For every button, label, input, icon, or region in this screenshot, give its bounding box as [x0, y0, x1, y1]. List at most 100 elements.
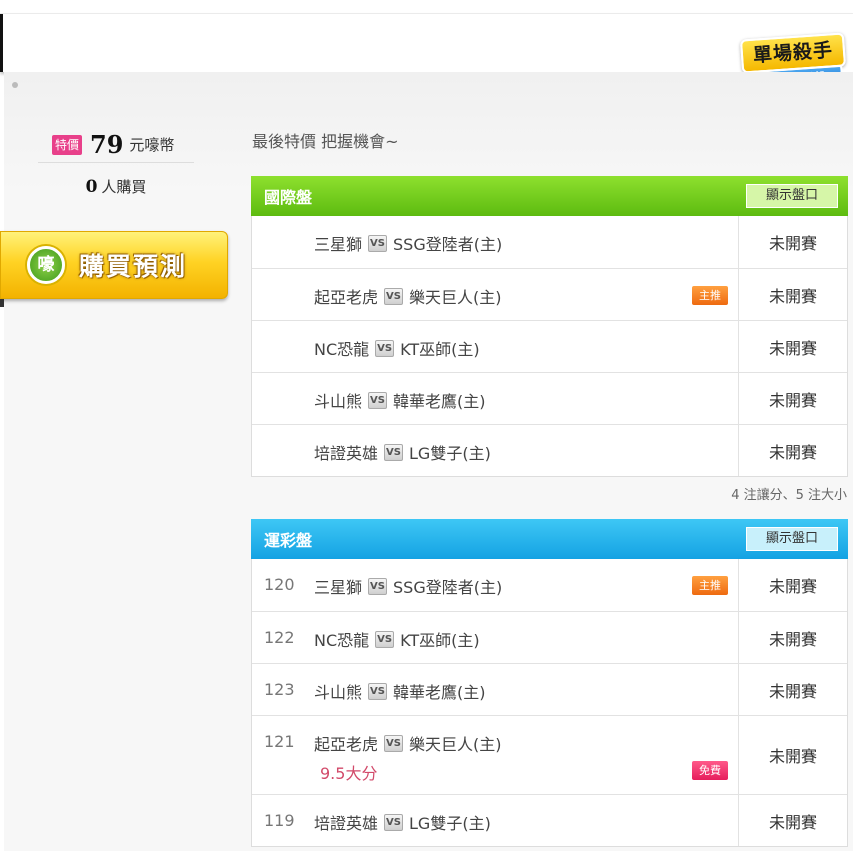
side-marker	[0, 299, 4, 307]
match-status: 未開賽	[768, 577, 817, 596]
table-row: 培證英雄 VS LG雙子(主) 未開賽	[252, 424, 847, 476]
table-row: 121 起亞老虎 VS 樂天巨人(主) 9.5大分 免費 未開賽	[252, 715, 847, 794]
sports-match-list: 120 三星獅 VS SSG登陸者(主) 主推 未開賽 122 NC恐龍 VS …	[251, 559, 848, 847]
away-team: 三星獅	[314, 235, 363, 254]
vs-icon: VS	[384, 287, 404, 305]
table-row: 三星獅 VS SSG登陸者(主) 未開賽	[252, 216, 847, 268]
matchup: NC恐龍 VS KT巫師(主)	[314, 336, 480, 360]
match-cell: 起亞老虎 VS 樂天巨人(主) 主推	[252, 269, 739, 320]
game-number: 122	[264, 628, 295, 647]
game-number: 123	[264, 680, 295, 699]
match-status: 未開賽	[768, 681, 817, 701]
match-status: 未開賽	[768, 338, 817, 358]
match-status: 未開賽	[768, 812, 817, 832]
header-bar: 單場殺手 韓棒運彩盤	[0, 14, 853, 94]
sports-panel: 運彩盤 顯示盤口 120 三星獅 VS SSG登陸者(主) 主推 未開賽 122…	[251, 519, 848, 847]
home-team: 韓華老鷹(主)	[393, 683, 486, 702]
away-team: 培證英雄	[314, 444, 379, 463]
top-strip	[0, 0, 853, 14]
matchup: 起亞老虎 VS 樂天巨人(主)	[314, 284, 502, 308]
match-cell: 斗山熊 VS 韓華老鷹(主)	[252, 373, 739, 424]
special-price-badge: 特價	[52, 134, 83, 155]
table-row: 斗山熊 VS 韓華老鷹(主) 未開賽	[252, 372, 847, 424]
featured-badge: 主推	[692, 576, 728, 595]
matchup: NC恐龍 VS KT巫師(主)	[314, 627, 480, 651]
vs-icon: VS	[368, 391, 388, 409]
buyer-count: 0 人購買	[38, 176, 194, 197]
away-team: NC恐龍	[314, 631, 370, 650]
match-cell: 120 三星獅 VS SSG登陸者(主) 主推	[252, 559, 739, 611]
home-team: 韓華老鷹(主)	[393, 392, 486, 411]
buyer-count-label: 人購買	[101, 178, 147, 196]
matchup: 培證英雄 VS LG雙子(主)	[314, 440, 491, 464]
match-status: 未開賽	[768, 286, 817, 306]
match-status: 未開賽	[768, 390, 817, 410]
vs-icon: VS	[368, 577, 388, 595]
away-team: 三星獅	[314, 578, 363, 597]
price-unit: 元嚎幣	[129, 136, 175, 154]
away-team: NC恐龍	[314, 340, 370, 359]
table-row: 120 三星獅 VS SSG登陸者(主) 主推 未開賽	[252, 559, 847, 611]
pick-summary: 4 注讓分、5 注大小	[731, 488, 847, 503]
away-team: 斗山熊	[314, 392, 363, 411]
free-pick: 9.5大分	[320, 764, 378, 783]
match-cell: 122 NC恐龍 VS KT巫師(主)	[252, 612, 739, 663]
vs-icon: VS	[368, 234, 388, 252]
home-team: LG雙子(主)	[409, 814, 491, 833]
match-cell: 培證英雄 VS LG雙子(主)	[252, 425, 739, 476]
intl-panel-title: 國際盤	[264, 188, 313, 207]
vs-icon: VS	[384, 734, 404, 752]
buy-prediction-button[interactable]: 嚎 購買預測	[0, 231, 228, 299]
match-status: 未開賽	[768, 629, 817, 649]
match-status: 未開賽	[768, 747, 817, 766]
matchup: 三星獅 VS SSG登陸者(主)	[314, 231, 502, 255]
away-team: 斗山熊	[314, 683, 363, 702]
vs-icon: VS	[384, 813, 404, 831]
matchup: 斗山熊 VS 韓華老鷹(主)	[314, 679, 486, 703]
matchup: 斗山熊 VS 韓華老鷹(主)	[314, 388, 486, 412]
free-badge: 免費	[692, 761, 728, 780]
home-team: LG雙子(主)	[409, 444, 491, 463]
home-team: SSG登陸者(主)	[393, 578, 503, 597]
table-row: 119 培證英雄 VS LG雙子(主) 未開賽	[252, 794, 847, 846]
home-team: KT巫師(主)	[400, 340, 480, 359]
price-value: 79	[90, 130, 124, 159]
match-cell: 121 起亞老虎 VS 樂天巨人(主) 9.5大分 免費	[252, 716, 739, 794]
match-status: 未開賽	[768, 442, 817, 462]
home-team: 樂天巨人(主)	[409, 735, 502, 754]
price-row: 特價 79 元嚎幣	[38, 127, 194, 163]
intl-panel-header: 國際盤 顯示盤口	[251, 176, 848, 216]
featured-badge: 主推	[692, 286, 728, 305]
buy-prediction-label: 購買預測	[79, 252, 188, 281]
table-row: NC恐龍 VS KT巫師(主) 未開賽	[252, 320, 847, 372]
vs-icon: VS	[375, 630, 395, 648]
match-cell: 119 培證英雄 VS LG雙子(主)	[252, 795, 739, 846]
table-row: 122 NC恐龍 VS KT巫師(主) 未開賽	[252, 611, 847, 663]
matchup: 三星獅 VS SSG登陸者(主)	[314, 574, 502, 598]
matchup: 培證英雄 VS LG雙子(主)	[314, 810, 491, 834]
match-status: 未開賽	[768, 234, 817, 253]
table-row: 123 斗山熊 VS 韓華老鷹(主) 未開賽	[252, 663, 847, 715]
vs-icon: VS	[375, 339, 395, 357]
away-team: 培證英雄	[314, 814, 379, 833]
home-team: KT巫師(主)	[400, 631, 480, 650]
table-row: 起亞老虎 VS 樂天巨人(主) 主推 未開賽	[252, 268, 847, 320]
sports-show-odds-button[interactable]: 顯示盤口	[746, 527, 838, 551]
tagline: 最後特價 把握機會~	[252, 132, 399, 151]
vs-icon: VS	[384, 443, 404, 461]
intl-match-list: 三星獅 VS SSG登陸者(主) 未開賽 起亞老虎 VS 樂天巨人(主) 主推 …	[251, 216, 848, 477]
game-number: 121	[264, 732, 295, 751]
vs-icon: VS	[368, 682, 388, 700]
matchup: 起亞老虎 VS 樂天巨人(主)	[314, 731, 502, 755]
intl-show-odds-button[interactable]: 顯示盤口	[746, 184, 838, 208]
match-cell: 123 斗山熊 VS 韓華老鷹(主)	[252, 664, 739, 715]
away-team: 起亞老虎	[314, 735, 379, 754]
coin-icon: 嚎	[27, 246, 65, 284]
sports-panel-title: 運彩盤	[264, 531, 313, 550]
buyer-count-number: 0	[85, 177, 98, 197]
match-cell: NC恐龍 VS KT巫師(主)	[252, 321, 739, 372]
match-cell: 三星獅 VS SSG登陸者(主)	[252, 216, 739, 268]
home-team: SSG登陸者(主)	[393, 235, 503, 254]
game-number: 120	[264, 575, 295, 594]
corner-dot-icon	[12, 82, 18, 88]
